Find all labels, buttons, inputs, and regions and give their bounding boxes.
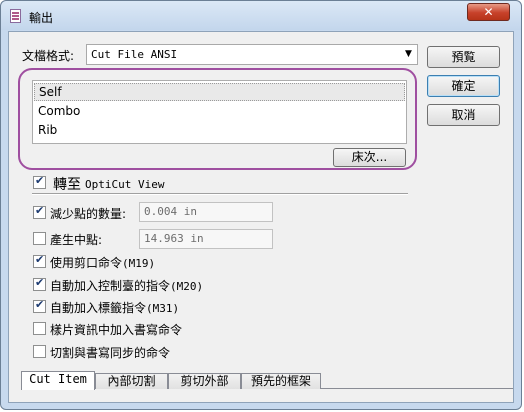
goto-opticut-checkbox[interactable] [33, 174, 46, 189]
reduce-points-checkbox[interactable] [33, 204, 46, 219]
add-control-text: 自動加入控制臺的指令 [50, 279, 171, 293]
add-control-label: 自動加入控制臺的指令(M20) [50, 277, 203, 294]
add-control-code: (M20) [170, 280, 204, 293]
mid-points-label: 產生中點: [50, 233, 103, 247]
add-label-checkbox[interactable] [33, 298, 46, 313]
cancel-button[interactable]: 取消 [427, 104, 500, 126]
mid-points-field[interactable]: 14.963 in [139, 229, 273, 249]
use-cut-checkbox[interactable] [33, 253, 46, 268]
list-item[interactable]: Rib [34, 121, 405, 139]
tab-cut-outside[interactable]: 剪切外部 [168, 373, 241, 389]
format-dropdown[interactable]: Cut File ANSI ▼ [86, 44, 418, 65]
add-control-checkbox[interactable] [33, 276, 46, 291]
close-button[interactable]: ✕ [467, 3, 510, 21]
format-label: 文檔格式: [22, 49, 75, 63]
tab-pre-frame[interactable]: 預先的框架 [241, 373, 321, 389]
reduce-points-label: 減少點的數量: [50, 207, 127, 221]
list-item[interactable]: Self [34, 83, 405, 101]
title-bar: 輸出 ✕ [1, 1, 521, 30]
piece-listbox[interactable]: Self Combo Rib [32, 80, 407, 144]
tab-cut-item[interactable]: Cut Item [21, 371, 95, 390]
list-item[interactable]: Combo [34, 102, 405, 120]
tab-inner-cut[interactable]: 內部切割 [95, 373, 168, 389]
sequence-button[interactable]: 床次... [333, 148, 406, 167]
add-label-text: 自動加入標籤指令 [50, 301, 147, 315]
separator [32, 193, 408, 195]
ok-button[interactable]: 確定 [427, 75, 500, 97]
chevron-down-icon[interactable]: ▼ [400, 45, 417, 64]
use-cut-label: 使用剪口命令(M19) [50, 254, 155, 271]
document-icon [10, 9, 21, 23]
goto-opticut-label: 轉至 [53, 177, 81, 193]
add-label-code: (M31) [146, 302, 180, 315]
reduce-points-field[interactable]: 0.004 in [139, 202, 273, 222]
mid-points-checkbox[interactable] [33, 232, 46, 245]
add-write-checkbox[interactable] [33, 322, 46, 335]
goto-opticut-view-label: OptiCut View [85, 178, 165, 191]
add-label-label: 自動加入標籤指令(M31) [50, 299, 179, 316]
use-cut-text: 使用剪口命令 [50, 256, 123, 270]
add-write-label: 樣片資訊中加入書寫命令 [50, 323, 183, 337]
window-title: 輸出 [29, 11, 54, 25]
preview-button[interactable]: 預覧 [427, 46, 500, 68]
format-value: Cut File ANSI [91, 48, 178, 61]
sync-write-checkbox[interactable] [33, 345, 46, 358]
sync-write-label: 切割與書寫同步的命令 [50, 346, 171, 360]
use-cut-code: (M19) [122, 257, 156, 270]
